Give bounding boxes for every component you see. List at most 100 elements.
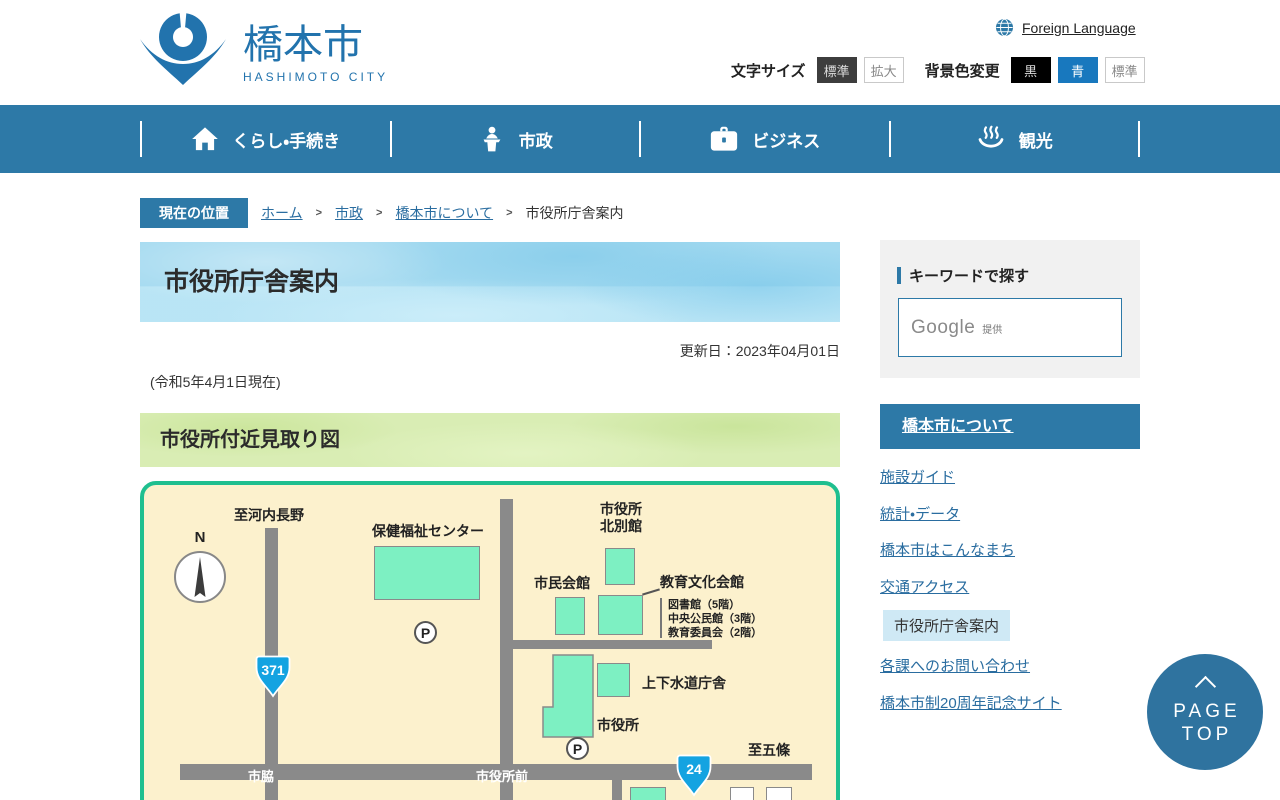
section-heading-banner: 市役所付近見取り図 bbox=[140, 413, 840, 467]
sidebar-item-current-page: 市役所庁舎案内 bbox=[883, 610, 1011, 641]
globe-icon bbox=[995, 18, 1014, 37]
page-top-label-line1: PAGE bbox=[1173, 700, 1241, 722]
breadcrumb-separator bbox=[316, 207, 322, 219]
section-heading: 市役所付近見取り図 bbox=[160, 429, 340, 451]
nav-item-kurashi[interactable]: くらし・手続き bbox=[142, 105, 390, 173]
map-dest-east-label: 至五條 bbox=[748, 742, 790, 758]
breadcrumb-current: 市役所庁舎案内 bbox=[525, 205, 624, 221]
map-building-label-civic-hall: 市民会館 bbox=[534, 575, 590, 591]
home-icon bbox=[191, 126, 219, 152]
map-road-stub bbox=[612, 780, 622, 800]
accessibility-controls: 文字サイズ 標準 拡大 背景色変更 黒 青 標準 bbox=[731, 57, 1145, 83]
map-intersection-shiyakushomae: 市役所前 bbox=[476, 769, 529, 784]
nav-item-shisei[interactable]: 市政 bbox=[392, 105, 640, 173]
map-road-connector bbox=[500, 640, 712, 649]
map-floors-bracket bbox=[660, 598, 662, 638]
sidebar-item-facility-guide[interactable]: 施設ガイド bbox=[880, 466, 955, 487]
foreign-language-link[interactable]: Foreign Language bbox=[1022, 20, 1136, 36]
map-floor-education-board: 教育委員会（2階） bbox=[668, 627, 763, 639]
foreign-language: Foreign Language bbox=[995, 18, 1136, 37]
map-building-city-hall bbox=[542, 654, 594, 738]
search-input[interactable]: Google 提供 bbox=[898, 298, 1122, 357]
map-building-label-city-hall: 市役所 bbox=[597, 717, 639, 733]
sidebar-item-about-town[interactable]: 橋本市はこんなまち bbox=[880, 539, 1015, 560]
map-building-label-water-sewer-office: 上下水道庁舎 bbox=[642, 675, 726, 691]
chevron-up-icon bbox=[1194, 675, 1216, 697]
city-hall-area-map: N 至河内長野 至五條 371 24 保健福祉センター 市役所 北別館 市民会館… bbox=[140, 481, 840, 800]
city-emblem-icon bbox=[137, 11, 229, 96]
breadcrumb: 現在の位置 ホーム 市政 橋本市について 市役所庁舎案内 bbox=[140, 198, 1140, 228]
font-size-label: 文字サイズ bbox=[731, 62, 806, 80]
map-building-bottom-white bbox=[766, 787, 792, 800]
bg-color-label: 背景色変更 bbox=[924, 62, 1000, 80]
heading-accent-bar bbox=[897, 267, 901, 284]
sidebar-menu-heading: 橋本市について bbox=[902, 418, 1014, 435]
sidebar-item-20th-anniversary[interactable]: 橋本市制20周年記念サイト bbox=[880, 692, 1062, 713]
route-371-number: 371 bbox=[261, 662, 285, 678]
current-location-badge: 現在の位置 bbox=[140, 198, 248, 228]
route-371-badge: 371 bbox=[255, 655, 291, 698]
map-building-bottom-green bbox=[630, 787, 666, 800]
page-top-button[interactable]: PAGE TOP bbox=[1147, 654, 1263, 770]
map-intersection-ichiwaki: 市脇 bbox=[248, 769, 275, 784]
breadcrumb-separator bbox=[376, 207, 382, 219]
site-header: 橋本市 HASHIMOTO CITY Foreign Language 文字サイ… bbox=[0, 0, 1280, 105]
map-building-water-sewer-office bbox=[597, 663, 630, 697]
route-24-badge: 24 bbox=[676, 754, 712, 797]
breadcrumb-separator bbox=[506, 207, 512, 219]
font-size-standard-button[interactable]: 標準 bbox=[816, 57, 857, 83]
nav-item-label: 観光 bbox=[1018, 131, 1053, 151]
city-logo[interactable]: 橋本市 HASHIMOTO CITY bbox=[137, 11, 388, 96]
map-building-north-annex bbox=[605, 548, 635, 585]
global-nav: くらし・手続き 市政 ビジネス 観光 bbox=[0, 105, 1280, 173]
map-dest-north-label: 至河内長野 bbox=[234, 507, 304, 523]
city-name: 橋本市 bbox=[243, 23, 363, 67]
bg-standard-button[interactable]: 標準 bbox=[1104, 57, 1145, 83]
font-size-large-button[interactable]: 拡大 bbox=[863, 57, 904, 83]
map-building-health-welfare-center bbox=[374, 546, 480, 600]
compass-north-label: N bbox=[194, 529, 206, 546]
route-24-number: 24 bbox=[686, 761, 702, 777]
north-annex-line2: 北別館 bbox=[600, 518, 642, 534]
nav-item-label: くらし・手続き bbox=[232, 131, 341, 151]
sidebar-item-contact-departments[interactable]: 各課へのお問い合わせ bbox=[880, 655, 1030, 676]
north-annex-line1: 市役所 bbox=[600, 501, 642, 517]
map-building-label-education-culture-hall: 教育文化会館 bbox=[660, 574, 744, 590]
bg-black-button[interactable]: 黒 bbox=[1010, 57, 1051, 83]
page-top-label-line2: TOP bbox=[1181, 723, 1233, 745]
map-pointer-line bbox=[642, 588, 660, 596]
compass-icon bbox=[174, 551, 226, 603]
map-building-education-culture-hall bbox=[598, 595, 643, 635]
nav-item-label: 市政 bbox=[518, 131, 553, 151]
podium-icon bbox=[478, 125, 506, 153]
search-heading: キーワードで探す bbox=[909, 268, 1030, 285]
bg-blue-button[interactable]: 青 bbox=[1057, 57, 1098, 83]
logo-text: 橋本市 HASHIMOTO CITY bbox=[243, 23, 388, 84]
map-building-bottom-white bbox=[730, 787, 754, 800]
map-building-label-north-annex: 市役所 北別館 bbox=[590, 501, 652, 535]
city-name-en: HASHIMOTO CITY bbox=[243, 70, 389, 84]
google-provided-label: 提供 bbox=[982, 325, 1003, 336]
breadcrumb-shisei-link[interactable]: 市政 bbox=[335, 203, 363, 223]
map-building-label-health-welfare-center: 保健福祉センター bbox=[372, 523, 484, 539]
sidebar-item-access[interactable]: 交通アクセス bbox=[880, 576, 969, 597]
sidebar-menu-header[interactable]: 橋本市について bbox=[880, 404, 1140, 449]
search-heading-row: キーワードで探す bbox=[897, 265, 1029, 286]
nav-item-label: ビジネス bbox=[752, 131, 821, 151]
breadcrumb-home-link[interactable]: ホーム bbox=[261, 203, 303, 223]
sidebar-item-statistics[interactable]: 統計・データ bbox=[880, 503, 960, 524]
breadcrumb-about-link[interactable]: 橋本市について bbox=[395, 203, 493, 223]
as-of-date: (令和5年4月1日現在) bbox=[150, 374, 281, 390]
parking-icon: P bbox=[566, 737, 589, 760]
google-logo-text: Google bbox=[911, 317, 976, 338]
map-building-civic-hall bbox=[555, 597, 585, 635]
keyword-search-box: キーワードで探す Google 提供 bbox=[880, 240, 1140, 378]
nav-divider bbox=[1138, 121, 1140, 157]
briefcase-icon bbox=[709, 125, 739, 153]
parking-icon: P bbox=[414, 621, 437, 644]
updated-date: 更新日：2023年04月01日 bbox=[679, 343, 840, 359]
page-title-banner: 市役所庁舎案内 bbox=[140, 242, 840, 322]
nav-item-kanko[interactable]: 観光 bbox=[891, 105, 1139, 173]
map-road-vertical-east bbox=[500, 499, 513, 800]
nav-item-business[interactable]: ビジネス bbox=[641, 105, 889, 173]
